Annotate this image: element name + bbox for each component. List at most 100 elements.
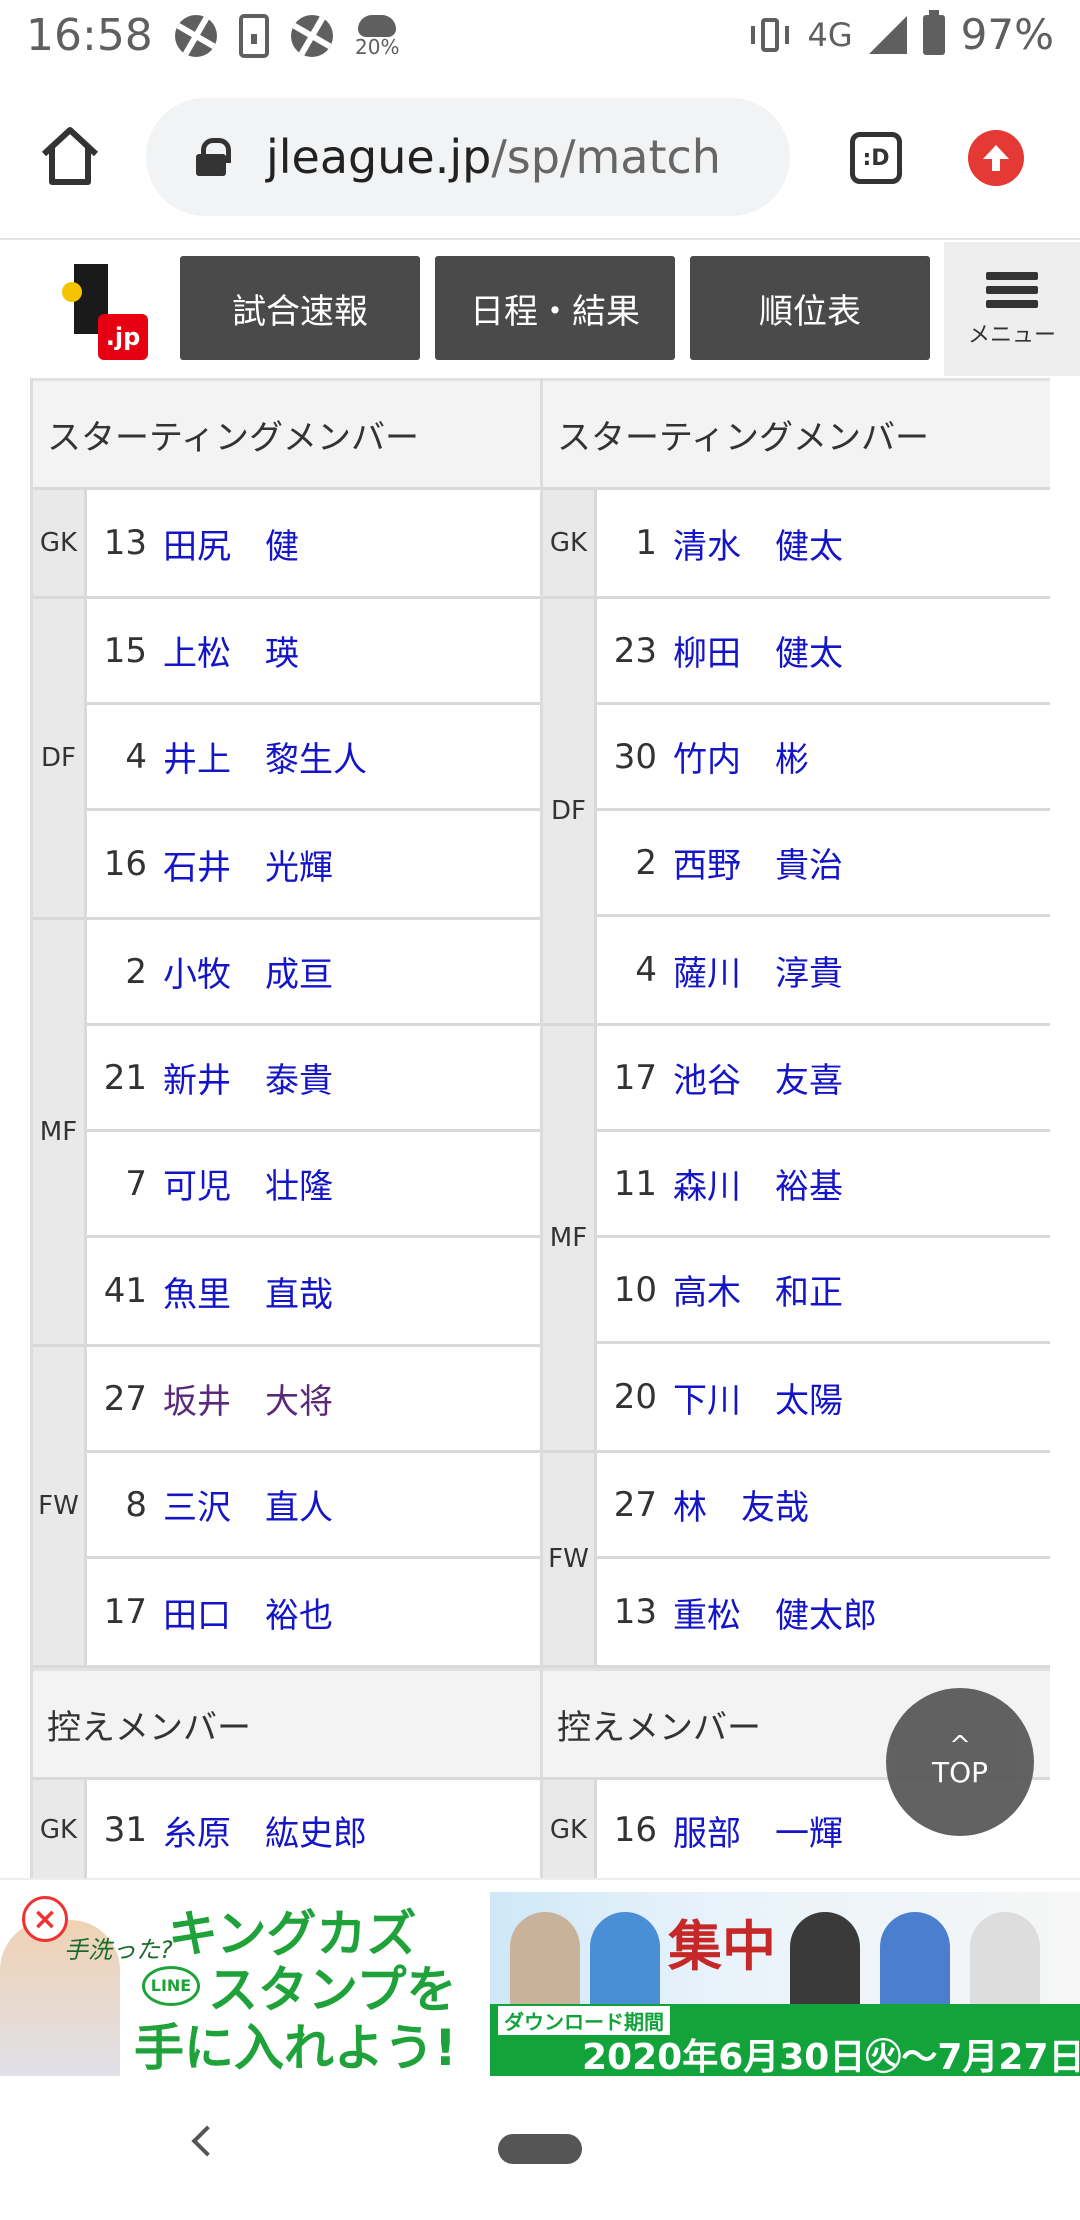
player-link[interactable]: 可児 壮隆 [163,1159,333,1208]
player-link[interactable]: 高木 和正 [673,1265,843,1314]
player-number: 4 [125,736,147,777]
player-row: 17 池谷 友喜 [597,1026,1050,1132]
starting-header: スターティングメンバー [543,378,1050,490]
nav-schedule-button[interactable]: 日程・結果 [435,256,675,360]
position-label: DF [543,599,597,1023]
site-navigation: .jp 試合速報 日程・結果 順位表 メニュー [0,242,1080,376]
player-number: 2 [635,842,657,883]
subs-header: 控えメンバー [33,1668,540,1780]
player-number: 15 [103,630,147,671]
position-group: GK 31 糸原 紘史郎 [33,1780,540,1880]
player-link[interactable]: 下川 太陽 [673,1373,843,1422]
jleague-logo[interactable]: .jp [54,264,148,360]
player-row: 4 井上 黎生人 [87,705,540,811]
player-link[interactable]: 新井 泰貴 [163,1053,333,1102]
position-group: FW 27 林 友哉 13 重松 健太郎 [543,1453,1050,1668]
player-link[interactable]: 田尻 健 [163,519,299,568]
player-row: 13 田尻 健 [87,490,540,596]
url-bar[interactable]: jleague.jp/sp/match [146,98,790,216]
player-link[interactable]: 薩川 淳貴 [673,946,843,995]
position-group: GK 13 田尻 健 [33,490,540,599]
line-icon: LINE [142,1966,200,2006]
status-bar: 16:58 20% 4G 97% [0,0,1080,74]
player-row: 17 田口 裕也 [87,1559,540,1665]
position-group: GK 1 清水 健太 [543,490,1050,599]
player-row: 2 西野 貴治 [597,811,1050,917]
basketball-icon [175,15,217,57]
basketball-icon [291,15,333,57]
player-row: 27 林 友哉 [597,1453,1050,1559]
starting-header: スターティングメンバー [33,378,540,490]
player-link[interactable]: 西野 貴治 [673,838,843,887]
url-domain: jleague.jp [266,130,492,184]
player-link[interactable]: 井上 黎生人 [163,732,367,781]
back-icon[interactable] [191,2125,223,2157]
player-row: 10 高木 和正 [597,1238,1050,1344]
player-number: 1 [635,523,657,563]
logo-jp: .jp [98,314,148,360]
player-number: 31 [103,1810,147,1850]
player-link[interactable]: 坂井 大将 [163,1374,333,1423]
player-link[interactable]: 三沢 直人 [163,1480,333,1529]
player-row: 4 薩川 淳貴 [597,917,1050,1023]
player-link[interactable]: 森川 裕基 [673,1159,843,1208]
player-number: 30 [613,736,657,777]
position-label: GK [33,490,87,596]
home-icon[interactable] [38,124,102,188]
player-link[interactable]: 重松 健太郎 [673,1588,877,1637]
player-link[interactable]: 田口 裕也 [163,1588,333,1637]
network-type: 4G [807,15,853,54]
close-icon[interactable]: × [22,1896,68,1942]
player-row: 15 上松 瑛 [87,599,540,705]
player-link[interactable]: 池谷 友喜 [673,1053,843,1102]
scroll-top-button[interactable]: ^ TOP [886,1688,1034,1836]
player-link[interactable]: 石井 光輝 [163,840,333,889]
ad-period-text: 2020年6月30日㊋～7月27日㊊ [582,2037,1080,2076]
player-row: 31 糸原 紘史郎 [87,1780,540,1880]
player-link[interactable]: 林 友哉 [673,1480,809,1529]
player-number: 13 [103,523,147,563]
player-link[interactable]: 柳田 健太 [673,626,843,675]
player-row: 11 森川 裕基 [597,1132,1050,1238]
tabs-icon[interactable]: :D [850,132,902,184]
player-number: 17 [103,1592,147,1632]
player-number: 27 [103,1378,147,1419]
url-text[interactable]: jleague.jp/sp/match [266,130,721,184]
player-row: 16 石井 光輝 [87,811,540,917]
player-number: 20 [613,1377,657,1417]
player-number: 13 [613,1592,657,1632]
position-label: GK [33,1780,87,1880]
ad-big-word: 集中 [668,1915,776,1978]
nav-standings-button[interactable]: 順位表 [690,256,930,360]
clock: 16:58 [26,10,153,61]
player-row: 7 可児 壮隆 [87,1132,540,1238]
player-link[interactable]: 服部 一輝 [673,1806,843,1855]
player-row: 21 新井 泰貴 [87,1026,540,1132]
player-number: 41 [103,1271,147,1311]
player-link[interactable]: 魚里 直哉 [163,1267,333,1316]
ad-headline-3: 手に入れよう! [134,2019,457,2076]
update-icon[interactable] [968,130,1024,186]
nav-live-button[interactable]: 試合速報 [180,256,420,360]
player-link[interactable]: 竹内 彬 [673,732,809,781]
player-link[interactable]: 上松 瑛 [163,626,299,675]
url-path: /sp/match [491,130,721,184]
weather-percent: 20% [355,35,400,59]
menu-button[interactable]: メニュー [944,242,1080,376]
player-link[interactable]: 清水 健太 [673,519,843,568]
position-label: MF [33,920,87,1344]
position-group: DF 15 上松 瑛 4 井上 黎生人 16 石井 光輝 [33,599,540,920]
player-link[interactable]: 小牧 成亘 [163,947,333,996]
player-number: 16 [613,1810,657,1850]
away-starting: スターティングメンバー GK 1 清水 健太 DF 23 柳田 健太 30 竹内 彬 … [540,378,1050,1668]
position-label: GK [543,490,597,596]
player-link[interactable]: 糸原 紘史郎 [163,1806,367,1855]
home-starting: スターティングメンバー GK 13 田尻 健 DF 15 上松 瑛 4 井上 黎生人 … [30,378,540,1668]
player-row: 41 魚里 直哉 [87,1238,540,1344]
player-row: 2 小牧 成亘 [87,920,540,1026]
home-pill-icon[interactable] [498,2134,582,2164]
system-nav-bar [0,2078,1080,2220]
ad-banner[interactable]: × 手洗った? キングカズ LINE スタンプを 手に入れよう! 集中 ダウンロー… [0,1878,1080,2076]
lineup-table: スターティングメンバー GK 13 田尻 健 DF 15 上松 瑛 4 井上 黎生人 … [30,378,1050,1880]
starting-section: スターティングメンバー GK 13 田尻 健 DF 15 上松 瑛 4 井上 黎生人 … [30,378,1050,1668]
